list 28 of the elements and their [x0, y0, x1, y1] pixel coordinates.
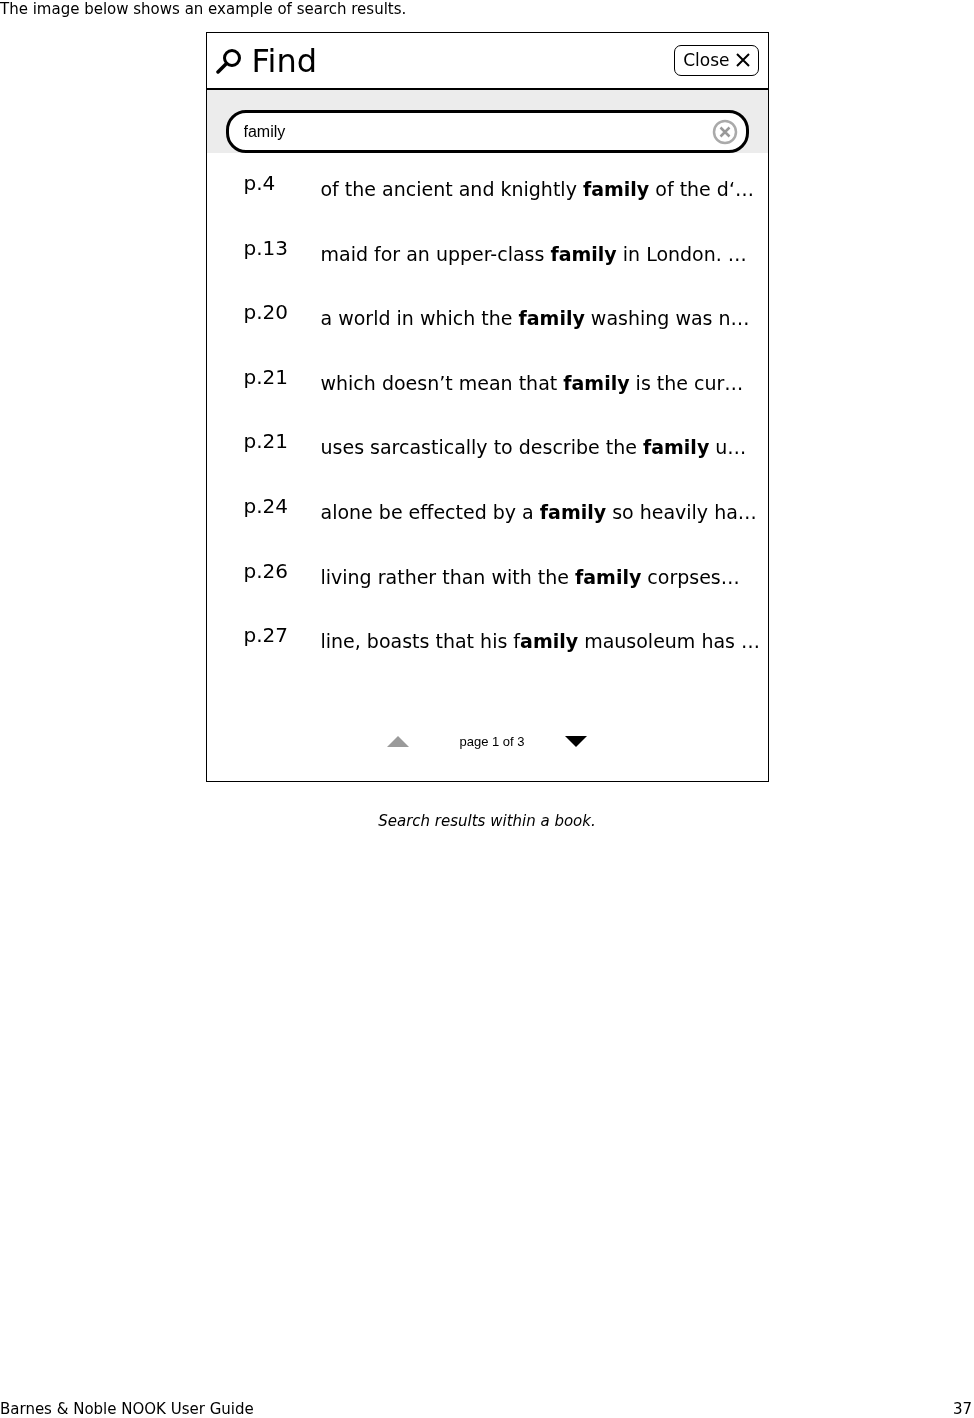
result-snippet[interactable]: which doesn’t mean that family is the cur…	[320, 370, 744, 395]
result-snippet[interactable]: maid for an upper-class family in London. …	[320, 241, 747, 266]
result-snippet[interactable]: a world in which the family washing was n…	[320, 306, 750, 331]
page-number: 37	[952, 1400, 972, 1418]
figure-caption: Search results within a book.	[377, 811, 597, 832]
close-button[interactable]: Close	[674, 45, 759, 76]
screen-title: Find	[251, 44, 318, 77]
search-field[interactable]: family	[225, 110, 749, 153]
page-reference[interactable]: p.24	[243, 493, 321, 518]
page-reference[interactable]: p.20	[243, 300, 321, 325]
close-icon	[735, 53, 750, 68]
result-snippet[interactable]: of the ancient and knightly family of the d‘…	[320, 177, 754, 201]
intro-text: The image below shows an example of search results.	[0, 0, 408, 18]
clear-icon[interactable]	[711, 118, 738, 145]
footer-title: Barnes & Noble NOOK User Guide	[0, 1400, 254, 1418]
next-page-arrow-icon[interactable]	[564, 735, 587, 747]
result-snippet[interactable]: line, boasts that his family mausoleum has …	[320, 629, 761, 654]
page-reference[interactable]: p.13	[243, 235, 321, 260]
result-snippet[interactable]: uses sarcastically to describe the family u…	[320, 435, 747, 460]
page-indicator: page 1 of 3	[459, 732, 525, 751]
page-reference[interactable]: p.21	[243, 364, 321, 389]
page-reference[interactable]: p.27	[243, 623, 321, 648]
page-reference[interactable]: p.21	[243, 429, 321, 454]
search-icon	[215, 47, 242, 74]
page-reference[interactable]: p.4	[243, 171, 321, 195]
result-snippet[interactable]: alone be effected by a family so heavily ha…	[320, 499, 757, 524]
page-reference[interactable]: p.26	[243, 558, 321, 583]
result-snippet[interactable]: living rather than with the family corpses…	[320, 564, 740, 589]
